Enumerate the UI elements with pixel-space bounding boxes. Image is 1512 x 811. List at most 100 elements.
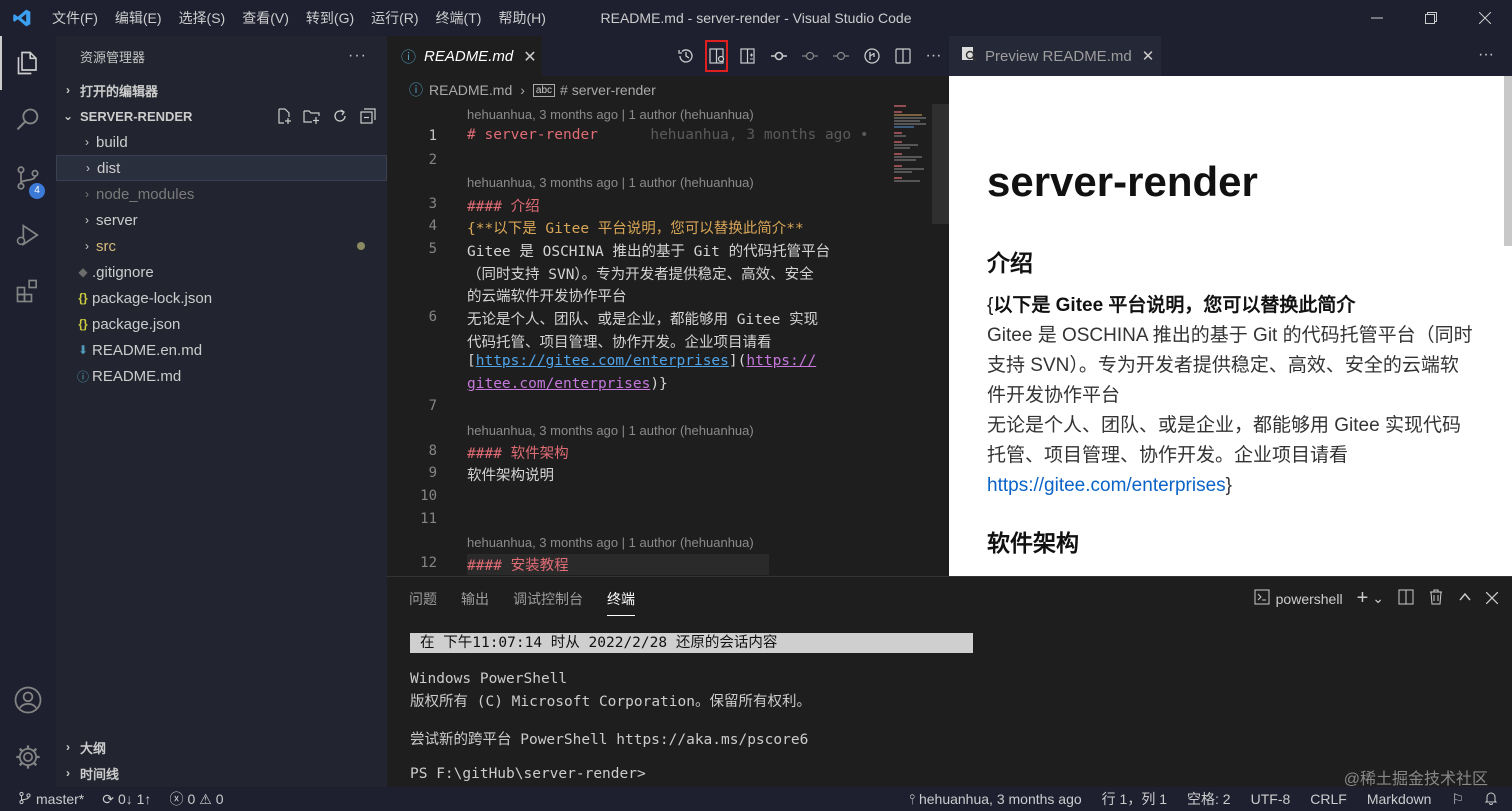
- scm-badge: 4: [29, 183, 45, 199]
- tab-debug-console[interactable]: 调试控制台: [513, 589, 583, 616]
- git-commit-icon[interactable]: [763, 36, 794, 76]
- language-mode[interactable]: Markdown: [1367, 791, 1432, 807]
- line-number: 3: [428, 196, 437, 212]
- blame-annotation[interactable]: hehuanhua, 3 months ago | 1 author (hehu…: [467, 175, 754, 190]
- tree-item-package-json[interactable]: {} package.json: [56, 311, 387, 337]
- open-preview-to-side-icon[interactable]: [701, 36, 732, 76]
- timeline-section[interactable]: › 时间线: [56, 761, 387, 785]
- history-icon[interactable]: [670, 36, 701, 76]
- collapse-all-icon[interactable]: [359, 107, 377, 125]
- menu-help[interactable]: 帮助(H): [490, 0, 554, 36]
- json-file-icon: {}: [78, 317, 88, 331]
- problems-indicator[interactable]: ⓧ 0 ⚠ 0: [169, 789, 223, 809]
- settings-gear-icon[interactable]: [0, 730, 56, 784]
- account-icon[interactable]: [0, 673, 56, 727]
- tab-terminal[interactable]: 终端: [607, 589, 635, 616]
- chevron-down-icon[interactable]: ⌄: [1372, 590, 1384, 607]
- split-editor-icon[interactable]: [887, 36, 918, 76]
- feedback-icon[interactable]: ⚐: [1451, 791, 1464, 808]
- open-changes-icon[interactable]: [732, 36, 763, 76]
- run-debug-icon[interactable]: [0, 208, 56, 262]
- more-actions-icon[interactable]: ···: [1478, 46, 1494, 64]
- preview-scrollbar[interactable]: [1504, 76, 1512, 246]
- menu-selection[interactable]: 选择(S): [171, 0, 235, 36]
- tree-item-src[interactable]: › src: [56, 233, 387, 259]
- encoding[interactable]: UTF-8: [1251, 791, 1291, 807]
- close-tab-icon[interactable]: ✕: [1142, 47, 1155, 65]
- sync-indicator[interactable]: ⟳ 0↓ 1↑: [102, 789, 151, 809]
- shell-name: powershell: [1275, 590, 1343, 607]
- code-editor[interactable]: hehuanhua, 3 months ago | 1 author (hehu…: [387, 104, 949, 576]
- menu-file[interactable]: 文件(F): [44, 0, 107, 36]
- blame-annotation[interactable]: hehuanhua, 3 months ago | 1 author (hehu…: [467, 535, 754, 550]
- code-line: 的云端软件开发协作平台: [467, 289, 627, 305]
- explorer-icon[interactable]: [0, 36, 56, 90]
- breadcrumb-file[interactable]: README.md: [429, 82, 512, 98]
- tree-item-build[interactable]: › build: [56, 129, 387, 155]
- maximize-panel-icon[interactable]: [1458, 590, 1472, 607]
- blame-annotation[interactable]: hehuanhua, 3 months ago | 1 author (hehu…: [467, 107, 754, 122]
- menu-run[interactable]: 运行(R): [363, 0, 427, 36]
- end-of-line[interactable]: CRLF: [1310, 791, 1347, 807]
- previous-change-icon[interactable]: [794, 36, 825, 76]
- tree-item-readme[interactable]: ⓘ README.md: [56, 363, 387, 389]
- terminal-line: 版权所有 (C) Microsoft Corporation。保留所有权利。: [410, 694, 811, 710]
- blame-status[interactable]: ⫯ hehuanhua, 3 months ago: [909, 791, 1082, 808]
- chevron-right-icon: ›: [66, 740, 70, 754]
- next-change-icon[interactable]: [825, 36, 856, 76]
- more-actions-icon[interactable]: ···: [348, 47, 367, 65]
- breadcrumb: ⓘ README.md › abc # server-render: [387, 76, 949, 104]
- menu-go[interactable]: 转到(G): [298, 0, 363, 36]
- close-panel-icon[interactable]: [1485, 591, 1499, 607]
- tree-item-package-lock[interactable]: {} package-lock.json: [56, 285, 387, 311]
- explorer-sidebar: 资源管理器 ··· › 打开的编辑器 ⌄ SERVER-RENDER › bui…: [56, 36, 387, 787]
- preview-heading-intro: 介绍: [987, 250, 1033, 276]
- split-terminal-icon[interactable]: [1398, 589, 1414, 608]
- restore-icon[interactable]: [1404, 0, 1458, 36]
- folder-section[interactable]: ⌄ SERVER-RENDER: [56, 104, 387, 128]
- indentation[interactable]: 空格: 2: [1187, 789, 1231, 809]
- new-terminal-icon[interactable]: +: [1357, 587, 1369, 610]
- extensions-icon[interactable]: [0, 264, 56, 318]
- branch-indicator[interactable]: master*: [18, 789, 84, 809]
- search-icon[interactable]: [0, 93, 56, 147]
- minimap[interactable]: [892, 104, 932, 189]
- gitlens-icon[interactable]: [856, 36, 887, 76]
- editor-scrollbar[interactable]: [932, 104, 949, 224]
- tab-preview-readme[interactable]: Preview README.md ✕: [949, 36, 1161, 76]
- tab-problems[interactable]: 问题: [409, 589, 437, 616]
- menu-view[interactable]: 查看(V): [234, 0, 298, 36]
- menu-edit[interactable]: 编辑(E): [107, 0, 171, 36]
- source-control-icon[interactable]: 4: [0, 151, 56, 205]
- tree-item-server[interactable]: › server: [56, 207, 387, 233]
- notifications-bell-icon[interactable]: [1484, 791, 1498, 808]
- blame-annotation[interactable]: hehuanhua, 3 months ago | 1 author (hehu…: [467, 423, 754, 438]
- terminal-shell-selector[interactable]: powershell: [1254, 589, 1343, 608]
- tree-item-readme-en[interactable]: ⬇ README.en.md: [56, 337, 387, 363]
- trash-icon[interactable]: [1428, 589, 1444, 608]
- cursor-position[interactable]: 行 1，列 1: [1102, 789, 1167, 809]
- terminal-prompt[interactable]: PS F:\gitHub\server-render>: [410, 766, 646, 782]
- new-file-icon[interactable]: [275, 107, 293, 125]
- breadcrumb-symbol[interactable]: # server-render: [560, 82, 656, 98]
- timeline-label: 时间线: [80, 766, 120, 782]
- blame-text: hehuanhua, 3 months ago: [918, 791, 1082, 807]
- tab-output[interactable]: 输出: [461, 589, 489, 616]
- terminal-line: 尝试新的跨平台 PowerShell https://aka.ms/pscore…: [410, 732, 809, 748]
- preview-link[interactable]: https://gitee.com/enterprises: [987, 475, 1226, 496]
- open-editors-section[interactable]: › 打开的编辑器: [56, 78, 387, 102]
- markdown-preview[interactable]: server-render 介绍 {以下是 Gitee 平台说明，您可以替换此简…: [949, 76, 1512, 576]
- close-tab-icon[interactable]: ✕: [523, 47, 536, 67]
- outline-label: 大纲: [80, 740, 107, 756]
- outline-section[interactable]: › 大纲: [56, 735, 387, 759]
- menu-terminal[interactable]: 终端(T): [428, 0, 491, 36]
- tree-item-gitignore[interactable]: ◆ .gitignore: [56, 259, 387, 285]
- tree-item-dist[interactable]: › dist: [56, 155, 387, 181]
- more-actions-icon[interactable]: ···: [918, 36, 949, 76]
- tab-readme[interactable]: ⓘ README.md ✕: [387, 36, 542, 76]
- tree-item-node-modules[interactable]: › node_modules: [56, 181, 387, 207]
- refresh-icon[interactable]: [331, 107, 349, 125]
- minimize-icon[interactable]: [1350, 0, 1404, 36]
- close-icon[interactable]: [1458, 0, 1512, 36]
- new-folder-icon[interactable]: [303, 107, 321, 125]
